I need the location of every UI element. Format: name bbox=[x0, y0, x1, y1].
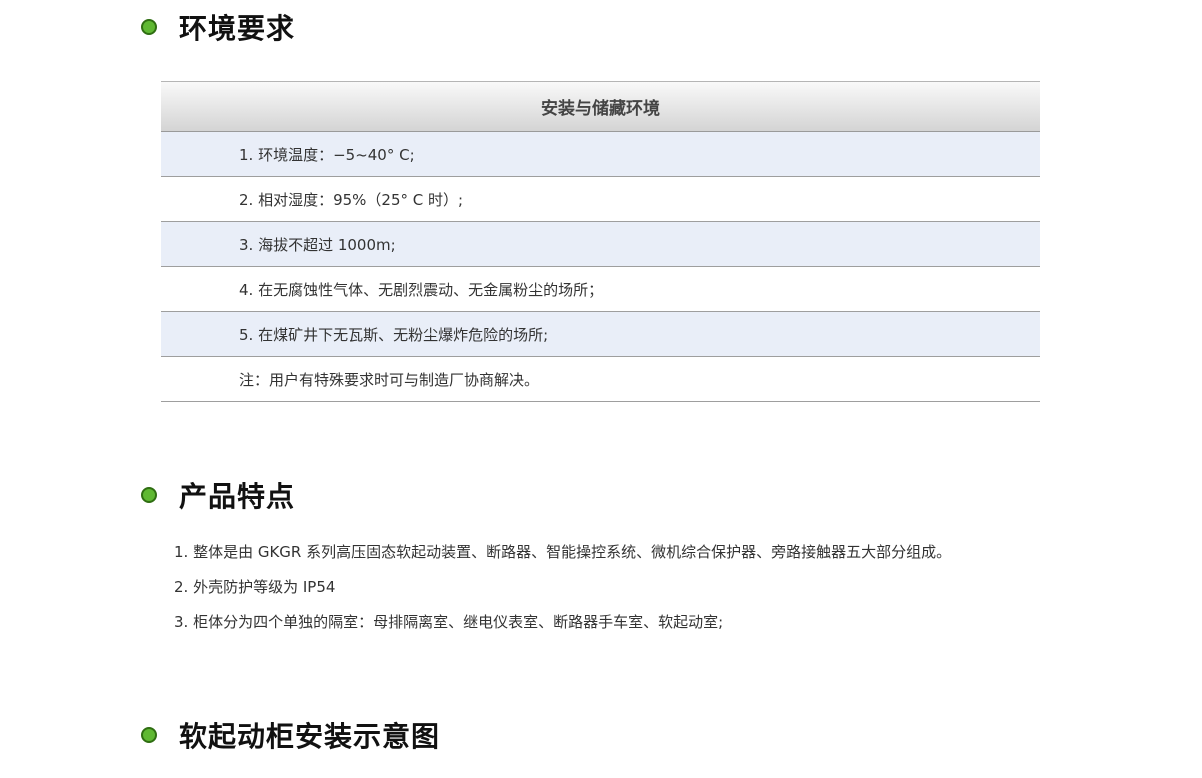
section-heading-installation: 软起动柜安装示意图 bbox=[141, 715, 440, 755]
section-heading-environment: 环境要求 bbox=[141, 7, 295, 47]
list-item: 3. 柜体分为四个单独的隔室：母排隔离室、继电仪表室、断路器手车室、软起动室; bbox=[174, 613, 724, 631]
section-heading-features: 产品特点 bbox=[141, 475, 295, 515]
section-title: 软起动柜安装示意图 bbox=[179, 720, 441, 753]
table-row: 1. 环境温度：−5~40° C; bbox=[161, 132, 1040, 177]
green-bullet-icon bbox=[141, 727, 157, 743]
table-row: 5. 在煤矿井下无瓦斯、无粉尘爆炸危险的场所; bbox=[161, 312, 1040, 357]
table-note-row: 注：用户有特殊要求时可与制造厂协商解决。 bbox=[161, 357, 1040, 402]
table-row: 2. 相对湿度：95%（25° C 时）; bbox=[161, 177, 1040, 222]
environment-table: 安装与储藏环境 1. 环境温度：−5~40° C; 2. 相对湿度：95%（25… bbox=[161, 81, 1040, 402]
green-bullet-icon bbox=[141, 487, 157, 503]
section-title: 环境要求 bbox=[179, 12, 296, 45]
table-row: 3. 海拔不超过 1000m; bbox=[161, 222, 1040, 267]
list-item: 2. 外壳防护等级为 IP54 bbox=[174, 578, 336, 596]
section-title: 产品特点 bbox=[179, 480, 296, 513]
feature-list: 1. 整体是由 GKGR 系列高压固态软起动装置、断路器、智能操控系统、微机综合… bbox=[174, 534, 1074, 639]
table-row: 4. 在无腐蚀性气体、无剧烈震动、无金属粉尘的场所； bbox=[161, 267, 1040, 312]
green-bullet-icon bbox=[141, 19, 157, 35]
table-header: 安装与储藏环境 bbox=[161, 82, 1040, 132]
list-item: 1. 整体是由 GKGR 系列高压固态软起动装置、断路器、智能操控系统、微机综合… bbox=[174, 543, 952, 561]
